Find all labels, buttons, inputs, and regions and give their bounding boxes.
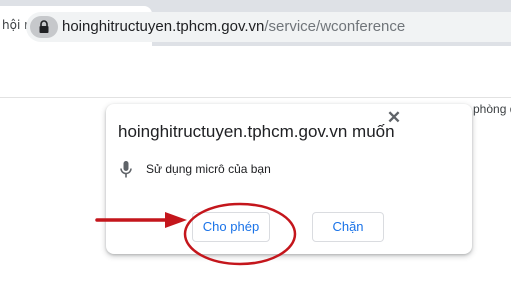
annotation-arrow (95, 212, 187, 228)
url-host: hoinghitructuyen.tphcm.gov.vn (62, 18, 265, 35)
lock-icon (39, 20, 49, 33)
permission-text: Sử dụng micrô của bạn (146, 162, 271, 176)
block-button[interactable]: Chặn (312, 212, 384, 242)
site-info-button[interactable] (30, 16, 58, 38)
url-text[interactable]: hoinghitructuyen.tphcm.gov.vn/service/wc… (62, 18, 405, 35)
close-icon[interactable]: ✕ (384, 108, 404, 128)
url-path: /service/wconference (264, 18, 406, 35)
bookmark-item[interactable]: phòng đi (473, 102, 511, 116)
microphone-icon (120, 161, 132, 178)
popup-title: hoinghitructuyen.tphcm.gov.vn muốn (118, 122, 395, 141)
annotation-circle (183, 202, 297, 266)
browser-toolbar (0, 46, 511, 98)
